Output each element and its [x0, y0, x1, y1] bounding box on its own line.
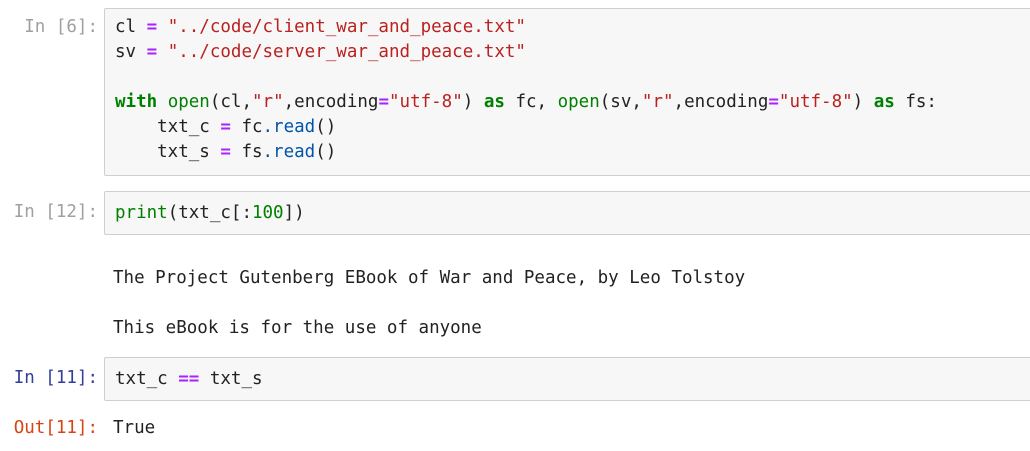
code-token: =	[146, 42, 158, 62]
stdout-line: The Project Gutenberg EBook of War and P…	[113, 268, 746, 288]
code-line: print(txt_c[:100])	[115, 201, 305, 226]
code-token: ==	[178, 369, 200, 389]
stdout-line: This eBook is for the use of anyone	[113, 318, 482, 338]
input-prompt: In [12]:	[13, 202, 98, 222]
code-line: sv = "../code/server_war_and_peace.txt"	[115, 40, 526, 65]
code-token: as	[873, 92, 895, 112]
code-token: "r"	[252, 92, 284, 112]
code-token: with	[115, 92, 158, 112]
code-token: =	[220, 117, 231, 137]
code-line: txt_c = fc.read()	[115, 115, 336, 140]
code-token: ()	[315, 117, 337, 137]
code-token: =	[220, 142, 231, 162]
code-token: txt_c	[115, 369, 179, 389]
code-token: "utf-8"	[389, 92, 463, 112]
code-token: (sv,	[599, 92, 642, 112]
code-token: =	[378, 92, 389, 112]
code-token: txt_s	[199, 369, 263, 389]
code-token: cl	[115, 17, 147, 37]
code-token: txt_c	[115, 117, 221, 137]
code-token: fc	[230, 117, 263, 137]
code-token: .read	[262, 142, 316, 162]
code-editor[interactable]: txt_c == txt_s	[104, 357, 1030, 401]
code-token: (txt_c[:	[167, 203, 252, 223]
code-token: =	[768, 92, 779, 112]
code-token: as	[483, 92, 505, 112]
code-line: cl = "../code/client_war_and_peace.txt"	[115, 15, 526, 40]
input-prompt: In [6]:	[24, 17, 98, 37]
code-token: (cl,	[209, 92, 253, 112]
code-token: fs	[230, 142, 263, 162]
code-token: print	[115, 203, 168, 223]
result-value: True	[113, 418, 156, 438]
code-token: open	[557, 92, 600, 112]
code-token: ()	[315, 142, 337, 162]
input-prompt: In [11]:	[13, 368, 98, 388]
code-token: txt_s	[115, 142, 221, 162]
code-editor[interactable]: cl = "../code/client_war_and_peace.txt" …	[104, 8, 1030, 176]
code-line: txt_s = fs.read()	[115, 140, 336, 165]
output-prompt: Out[11]:	[13, 418, 98, 438]
code-token: 100	[251, 203, 284, 223]
code-token: sv	[115, 42, 147, 62]
code-token: =	[146, 17, 158, 37]
code-token: )	[852, 92, 874, 112]
code-token: )	[462, 92, 484, 112]
code-line: txt_c == txt_s	[115, 367, 263, 392]
code-token: fc,	[504, 92, 558, 112]
code-line: with open(cl,"r",encoding="utf-8") as fc…	[115, 90, 937, 115]
code-token: fs:	[894, 92, 937, 112]
code-token: ])	[283, 203, 305, 223]
code-token: "../code/client_war_and_peace.txt"	[167, 17, 526, 37]
code-token: open	[167, 92, 210, 112]
code-editor[interactable]: print(txt_c[:100])	[104, 191, 1030, 235]
code-token: "../code/server_war_and_peace.txt"	[167, 42, 526, 62]
code-token: "utf-8"	[778, 92, 853, 112]
code-token: ,encoding	[283, 92, 379, 112]
code-token: .read	[262, 117, 316, 137]
code-token: ,encoding	[673, 92, 769, 112]
code-token: "r"	[641, 92, 674, 112]
